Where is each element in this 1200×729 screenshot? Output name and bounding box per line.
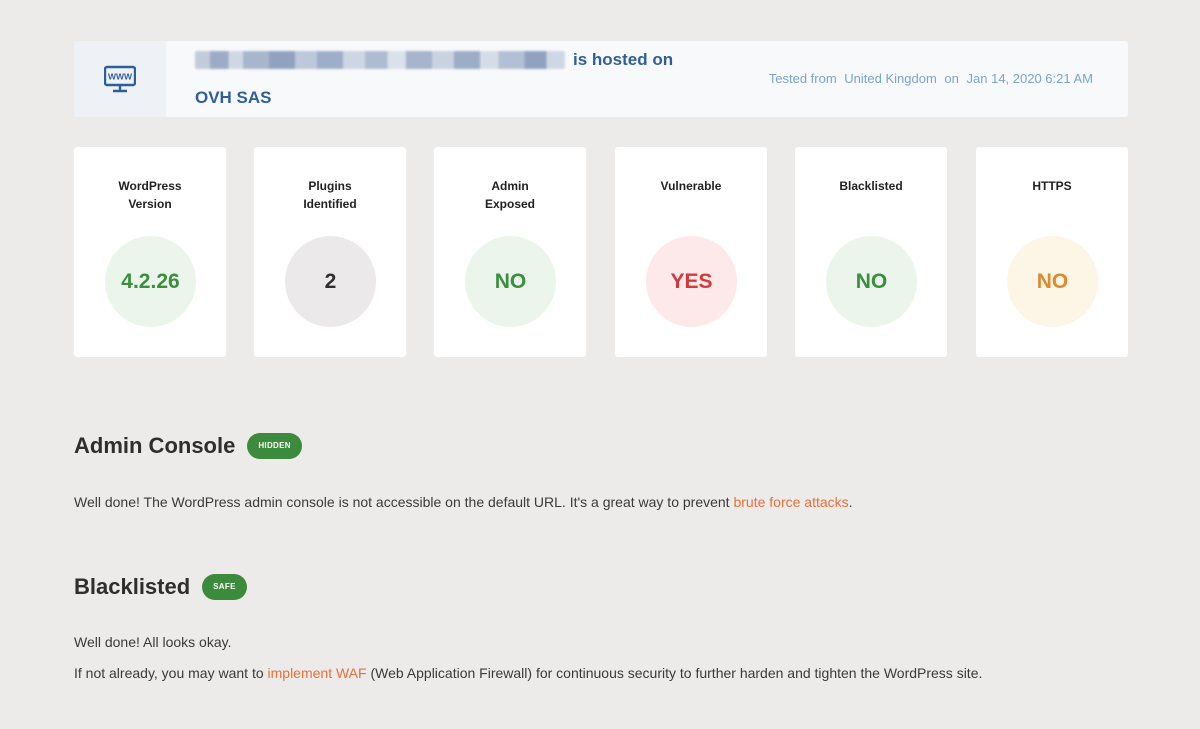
stat-value: NO <box>826 236 917 327</box>
stat-card-vulnerable: Vulnerable YES <box>615 147 767 357</box>
stat-value: YES <box>646 236 737 327</box>
stat-card-wordpress-version: WordPress Version 4.2.26 <box>74 147 226 357</box>
implement-waf-link[interactable]: implement WAF <box>268 665 367 681</box>
stat-value: NO <box>1007 236 1098 327</box>
svg-text:WWW: WWW <box>108 72 133 82</box>
brute-force-attacks-link[interactable]: brute force attacks <box>733 494 848 510</box>
stat-value: 4.2.26 <box>105 236 196 327</box>
stat-label-line1: Vulnerable <box>660 179 722 193</box>
section-title: Admin Console <box>74 433 236 458</box>
recommendation-text-end: (Web Application Firewall) for continuou… <box>366 665 983 681</box>
stat-label-line2: Identified <box>303 197 357 211</box>
blacklisted-heading: Blacklisted SAFE <box>74 574 247 600</box>
description-text: Well done! The WordPress admin console i… <box>74 494 734 510</box>
tested-date: Jan 14, 2020 6:21 AM <box>966 71 1093 86</box>
section-title: Blacklisted <box>74 574 191 599</box>
stat-label: WordPress Version <box>74 177 226 213</box>
stat-label-line1: Admin <box>491 179 529 193</box>
tested-country: United Kingdom <box>844 71 937 86</box>
stat-label-line1: Plugins <box>308 179 352 193</box>
status-badge: HIDDEN <box>247 433 302 459</box>
test-info: Tested from United Kingdom on Jan 14, 20… <box>769 71 1097 86</box>
stat-card-admin-exposed: Admin Exposed NO <box>434 147 586 357</box>
hosted-on-label: is hosted on <box>573 50 674 69</box>
admin-console-description: Well done! The WordPress admin console i… <box>74 494 853 510</box>
stat-label: Vulnerable <box>615 177 767 195</box>
stat-value: NO <box>465 236 556 327</box>
stat-card-blacklisted: Blacklisted NO <box>795 147 947 357</box>
stat-label-line1: WordPress <box>118 179 182 193</box>
stat-label: Blacklisted <box>795 177 947 195</box>
stat-label-line1: Blacklisted <box>839 179 903 193</box>
stat-label-line1: HTTPS <box>1032 179 1072 193</box>
blurred-site-url <box>195 51 565 69</box>
status-badge: SAFE <box>202 574 247 600</box>
tested-from-label: Tested from <box>768 71 837 86</box>
www-monitor-icon: WWW <box>104 65 136 93</box>
stat-label: Plugins Identified <box>254 177 406 213</box>
hosting-info: is hosted on OVH SAS Tested from United … <box>166 41 1128 117</box>
stat-label: Admin Exposed <box>434 177 586 213</box>
hosting-provider: OVH SAS <box>195 88 272 107</box>
stat-label: HTTPS <box>976 177 1128 195</box>
hosted-line: is hosted on <box>195 50 673 70</box>
stat-card-plugins-identified: Plugins Identified 2 <box>254 147 406 357</box>
blacklisted-status-text: Well done! All looks okay. <box>74 634 232 650</box>
stat-card-https: HTTPS NO <box>976 147 1128 357</box>
description-text-end: . <box>848 494 853 510</box>
tested-on-label: on <box>944 71 959 86</box>
stat-label-line2: Version <box>128 197 172 211</box>
stat-label-line2: Exposed <box>484 197 535 211</box>
admin-console-heading: Admin Console HIDDEN <box>74 433 302 459</box>
waf-recommendation: If not already, you may want to implemen… <box>74 665 982 681</box>
stat-value: 2 <box>285 236 376 327</box>
hosting-icon-box: WWW <box>74 41 166 117</box>
hosting-card: WWW is hosted on OVH SAS Tested from Uni… <box>74 41 1128 117</box>
recommendation-text: If not already, you may want to <box>74 665 268 681</box>
